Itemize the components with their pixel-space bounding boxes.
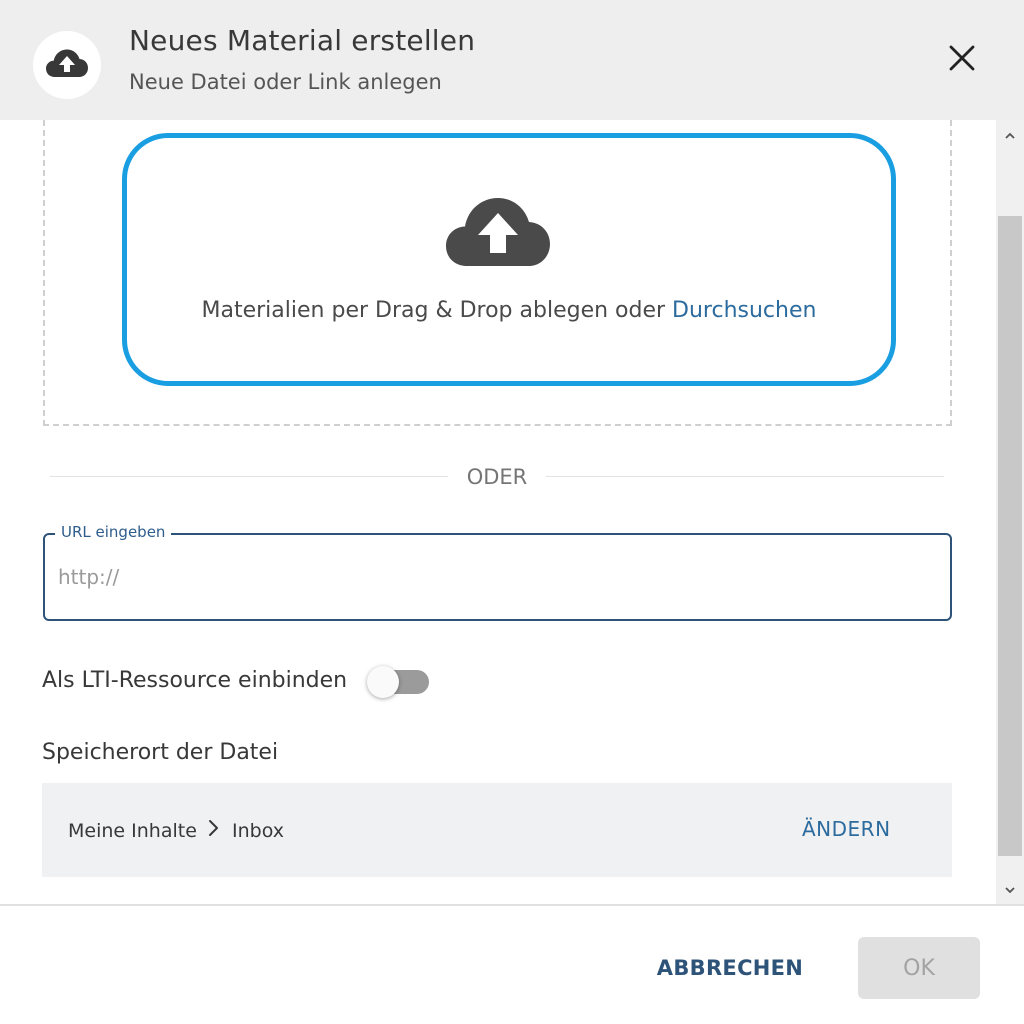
- chevron-right-icon: [208, 818, 220, 842]
- scrollbar[interactable]: [996, 120, 1024, 904]
- scroll-down-button[interactable]: [1000, 878, 1020, 898]
- url-field[interactable]: [43, 533, 952, 621]
- url-input[interactable]: [58, 565, 918, 589]
- location-label: Speicherort der Datei: [42, 740, 279, 765]
- dialog-footer: ABBRECHEN OK: [0, 904, 1024, 1024]
- dropzone-instruction: Materialien per Drag & Drop ablegen oder: [201, 298, 673, 323]
- cloud-upload-icon: [445, 196, 551, 272]
- dialog-subtitle: Neue Datei oder Link anlegen: [129, 70, 442, 94]
- change-location-button[interactable]: ÄNDERN: [802, 817, 891, 841]
- divider-text: ODER: [466, 465, 528, 489]
- header-avatar: [33, 31, 101, 99]
- browse-link[interactable]: Durchsuchen: [672, 298, 816, 323]
- url-label: URL eingeben: [55, 523, 172, 541]
- divider-line-right: [546, 476, 944, 477]
- cloud-upload-icon: [45, 48, 89, 82]
- chevron-up-icon: [1004, 125, 1016, 144]
- breadcrumb-item-inbox[interactable]: Inbox: [232, 820, 284, 842]
- cancel-button[interactable]: ABBRECHEN: [645, 940, 815, 996]
- scroll-up-button[interactable]: [1000, 124, 1020, 144]
- breadcrumb-item-meine-inhalte[interactable]: Meine Inhalte: [68, 820, 197, 842]
- dialog-title: Neues Material erstellen: [129, 24, 476, 57]
- close-icon: [949, 45, 975, 75]
- scrollbar-thumb[interactable]: [998, 216, 1022, 856]
- ok-button[interactable]: OK: [858, 937, 980, 999]
- lti-label: Als LTI-Ressource einbinden: [42, 668, 348, 693]
- dialog-content: Materialien per Drag & Drop ablegen oder…: [0, 120, 996, 904]
- dialog-header: Neues Material erstellen Neue Datei oder…: [0, 0, 1024, 120]
- location-box: Meine Inhalte Inbox ÄNDERN: [42, 783, 952, 877]
- dropzone[interactable]: Materialien per Drag & Drop ablegen oder…: [122, 133, 896, 386]
- lti-toggle[interactable]: [367, 666, 431, 700]
- close-button[interactable]: [942, 40, 982, 80]
- divider-line-left: [50, 476, 448, 477]
- dropzone-text: Materialien per Drag & Drop ablegen oder…: [127, 298, 891, 323]
- toggle-thumb: [367, 666, 399, 698]
- chevron-down-icon: [1004, 879, 1016, 898]
